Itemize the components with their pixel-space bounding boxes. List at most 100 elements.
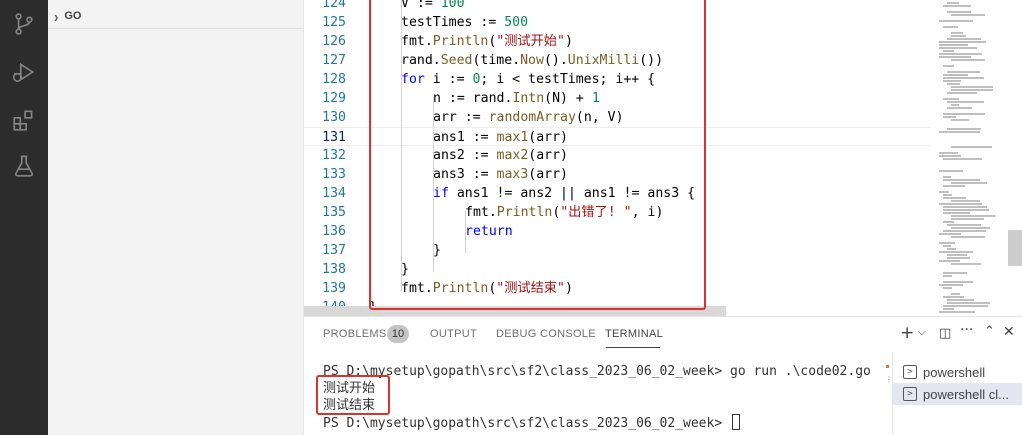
minimap-line: [947, 2, 959, 4]
minimap-line: [943, 296, 964, 298]
line-number: 139: [322, 281, 346, 296]
sidebar-divider: [48, 28, 303, 29]
terminal-cursor: [732, 414, 740, 430]
line-number: 125: [322, 15, 346, 30]
minimap-line: [943, 206, 987, 208]
maximize-panel-icon[interactable]: ⌃: [984, 324, 995, 339]
terminal-output[interactable]: PS D:\mysetup\gopath\src\sf2\class_2023_…: [304, 353, 893, 435]
close-panel-icon[interactable]: ✕: [1003, 324, 1015, 340]
minimap-line: [951, 35, 966, 37]
minimap-line: [939, 233, 961, 235]
terminal-line: PS D:\mysetup\gopath\src\sf2\class_2023_…: [323, 364, 871, 379]
minimap-line: [947, 299, 974, 301]
minimap-line: [951, 263, 981, 265]
minimap-line: [943, 308, 954, 310]
minimap-line: [943, 305, 988, 307]
minimap-line: [939, 311, 975, 313]
minimap-line: [943, 179, 980, 181]
minimap-line: [947, 302, 990, 304]
minimap-line: [951, 89, 993, 91]
minimap-line: [947, 257, 970, 259]
minimap-line: [939, 203, 982, 205]
new-terminal-icon[interactable]: +: [900, 323, 914, 343]
vertical-scrollbar[interactable]: [1008, 230, 1022, 266]
minimap-line: [939, 260, 960, 262]
tab-debug-console[interactable]: DEBUG CONSOLE: [496, 328, 596, 340]
minimap-line: [939, 152, 958, 154]
tab-problems[interactable]: PROBLEMS: [323, 328, 387, 340]
minimap-line: [943, 26, 958, 28]
terminal-prompt: PS D:\mysetup\gopath\src\sf2\class_2023_…: [323, 416, 730, 431]
tab-terminal[interactable]: TERMINAL: [605, 328, 663, 340]
minimap-line: [943, 74, 968, 76]
chevron-down-icon[interactable]: ⌵: [918, 327, 926, 338]
minimap-line: [939, 251, 973, 253]
minimap-line: [951, 104, 959, 106]
minimap-line: [943, 50, 954, 52]
line-number: 124: [322, 0, 346, 11]
minimap-line: [947, 254, 967, 256]
line-number: 129: [322, 91, 346, 106]
minimap-line: [943, 65, 954, 67]
minimap-line: [947, 128, 981, 130]
terminal-list-label: powershell: [923, 364, 986, 380]
line-number: 127: [322, 53, 346, 68]
terminal-prompt-line: PS D:\mysetup\gopath\src\sf2\class_2023_…: [323, 414, 740, 431]
minimap-line: [939, 53, 982, 55]
minimap-line: [947, 11, 971, 13]
tab-output[interactable]: OUTPUT: [430, 328, 477, 340]
terminal-icon: >: [903, 365, 917, 379]
minimap-line: [947, 83, 960, 85]
minimap-line: [951, 227, 990, 229]
minimap-line: [943, 176, 951, 178]
minimap-line: [943, 116, 956, 118]
minimap-line: [947, 107, 972, 109]
minimap-line: [951, 59, 985, 61]
terminal-icon: >: [903, 387, 917, 401]
activity-bar: [0, 0, 48, 435]
minimap-line: [943, 230, 986, 232]
highlight-box-terminal: [316, 375, 390, 415]
source-control-icon[interactable]: [0, 2, 48, 46]
folder-go[interactable]: › GO: [54, 6, 81, 26]
minimap-line: [947, 248, 956, 250]
minimap-line: [951, 119, 969, 121]
minimap-line: [951, 182, 987, 184]
chevron-right-icon: ›: [54, 7, 59, 25]
problems-count-badge: 10: [387, 325, 409, 343]
minimap-line: [943, 221, 954, 223]
line-number: 126: [322, 34, 346, 49]
minimap-line: [943, 113, 985, 115]
minimap-line: [943, 281, 973, 283]
minimap-line: [943, 212, 970, 214]
minimap-line: [943, 197, 966, 199]
run-debug-icon[interactable]: [0, 50, 48, 94]
minimap-line: [947, 71, 980, 73]
minimap-line: [943, 194, 952, 196]
line-number: 132: [322, 148, 346, 163]
line-number: 136: [322, 224, 346, 239]
folder-label: GO: [64, 10, 82, 22]
terminal-list: > powershell > powershell cl...: [892, 353, 1022, 435]
minimap-line: [947, 92, 977, 94]
panel-tabs: PROBLEMS 10 OUTPUT DEBUG CONSOLE TERMINA…: [304, 317, 1022, 353]
more-actions-icon[interactable]: ···: [960, 322, 973, 338]
minimap-line: [943, 5, 971, 7]
minimap-line: [951, 200, 980, 202]
bottom-panel: PROBLEMS 10 OUTPUT DEBUG CONSOLE TERMINA…: [304, 316, 1022, 435]
minimap-line: [951, 14, 985, 16]
minimap-line: [947, 224, 981, 226]
highlight-box-code: [369, 0, 706, 310]
minimap[interactable]: [925, 0, 1007, 316]
line-number: 134: [322, 186, 346, 201]
minimap-line: [943, 209, 989, 211]
extensions-icon[interactable]: [0, 98, 48, 142]
line-number: 133: [322, 167, 346, 182]
minimap-line: [951, 293, 960, 295]
active-tab-indicator: [606, 347, 660, 348]
split-terminal-icon[interactable]: ◫: [939, 326, 951, 341]
testing-icon[interactable]: [0, 144, 48, 188]
line-number: 131: [322, 130, 346, 145]
terminal-list-item[interactable]: > powershell: [893, 361, 1022, 383]
terminal-list-item[interactable]: > powershell cl...: [893, 383, 1022, 405]
